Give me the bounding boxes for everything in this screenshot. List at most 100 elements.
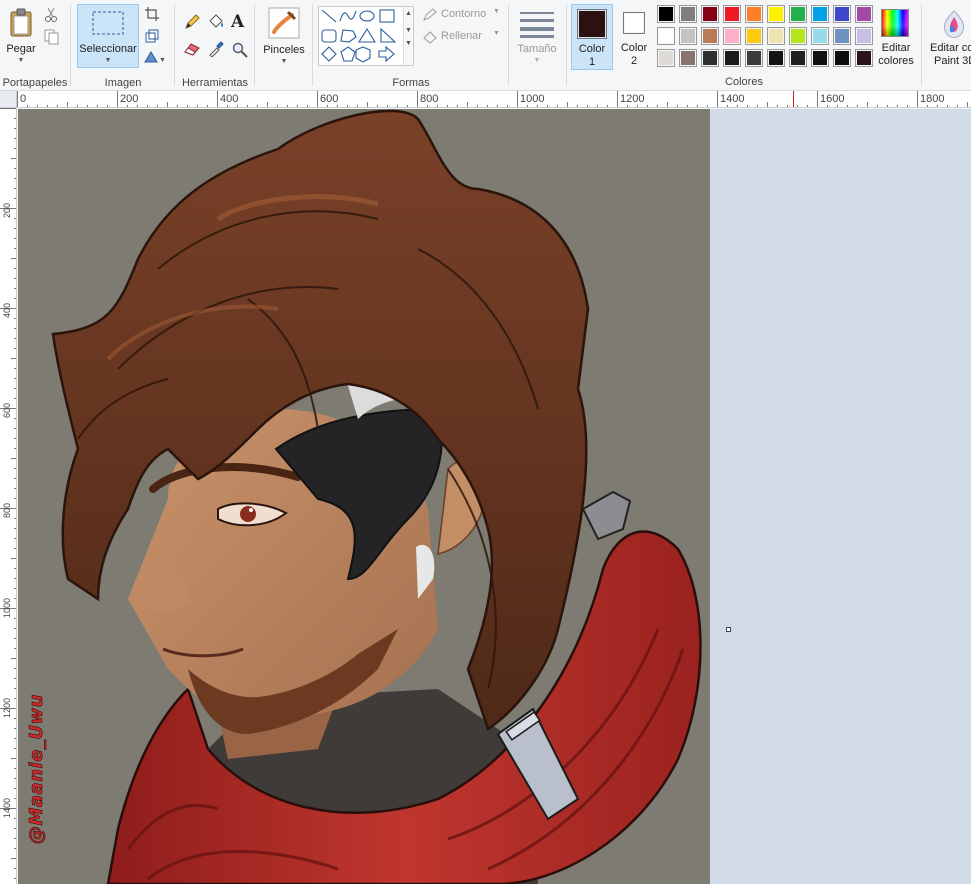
copy-icon[interactable]	[44, 29, 60, 45]
palette-swatch[interactable]	[789, 27, 807, 45]
colors-group-label: Colores	[725, 76, 763, 88]
fill-icon	[423, 31, 437, 44]
curve-shape-icon	[339, 10, 357, 22]
eraser-icon[interactable]	[184, 42, 200, 56]
vertical-ruler: 200 400 600 800 1000 1200 1400	[0, 108, 17, 884]
palette-swatch[interactable]	[811, 49, 829, 67]
palette-swatch[interactable]	[855, 27, 873, 45]
outline-caret: ▼	[493, 8, 500, 15]
palette-swatch-fill	[725, 51, 739, 65]
palette-swatch[interactable]	[767, 49, 785, 67]
palette-swatch-fill	[769, 51, 783, 65]
fill-button[interactable]: Rellenar ▼	[420, 29, 506, 45]
palette-swatch[interactable]	[789, 5, 807, 23]
magnifier-icon[interactable]	[232, 42, 248, 58]
palette-swatch[interactable]	[833, 5, 851, 23]
horizontal-ruler-label: 400	[220, 93, 239, 105]
edit-colors-button[interactable]: Editar colores	[874, 4, 918, 70]
text-tool-icon[interactable]: A	[231, 12, 244, 32]
palette-swatch[interactable]	[723, 49, 741, 67]
brushes-button[interactable]: Pinceles ▼	[258, 3, 310, 69]
palette-swatch[interactable]	[745, 49, 763, 67]
shapes-gallery-scrollbar[interactable]: ▲ ▼ ▼	[403, 7, 413, 65]
palette-swatch[interactable]	[767, 5, 785, 23]
palette-swatch-fill	[813, 29, 827, 43]
gallery-expand-arrow[interactable]: ▼	[404, 40, 413, 47]
color1-fill	[579, 11, 605, 37]
palette-swatch-fill	[769, 7, 783, 21]
brush-icon	[268, 7, 300, 39]
color2-swatch	[623, 12, 645, 34]
triangle-shape-icon	[358, 27, 376, 43]
color-palette	[657, 5, 877, 71]
palette-swatch[interactable]	[679, 49, 697, 67]
palette-swatch-fill	[857, 51, 871, 65]
cut-icon[interactable]	[44, 7, 58, 23]
palette-swatch[interactable]	[701, 49, 719, 67]
palette-swatch[interactable]	[833, 27, 851, 45]
line-shape-icon	[321, 9, 337, 23]
resize-icon[interactable]	[145, 29, 159, 43]
palette-swatch[interactable]	[723, 5, 741, 23]
shapes-gallery[interactable]: ▲ ▼ ▼	[318, 6, 414, 66]
paste-dropdown-caret[interactable]: ▼	[2, 57, 40, 64]
edit-with-paint3d-button[interactable]: Editar co Paint 3D	[926, 4, 971, 70]
palette-swatch[interactable]	[811, 5, 829, 23]
paste-button[interactable]: Pegar ▼	[2, 2, 40, 68]
palette-swatch[interactable]	[657, 27, 675, 45]
palette-swatch[interactable]	[745, 27, 763, 45]
palette-swatch-fill	[703, 7, 717, 21]
drawing-canvas[interactable]: @Maanie_Uwu	[18, 109, 710, 884]
clipboard-icon	[10, 8, 32, 37]
palette-swatch[interactable]	[657, 5, 675, 23]
outline-icon	[423, 8, 437, 21]
color2-button[interactable]: Color 2	[614, 4, 654, 70]
canvas-resize-handle[interactable]	[726, 627, 731, 632]
brushes-dropdown-caret[interactable]: ▼	[258, 58, 310, 65]
palette-swatch[interactable]	[811, 27, 829, 45]
palette-swatch-fill	[791, 7, 805, 21]
outline-label: Contorno	[441, 8, 487, 20]
palette-swatch[interactable]	[657, 49, 675, 67]
palette-swatch-fill	[835, 29, 849, 43]
separator	[566, 4, 567, 86]
palette-swatch[interactable]	[701, 5, 719, 23]
palette-swatch[interactable]	[679, 27, 697, 45]
scroll-down-arrow[interactable]: ▼	[404, 27, 413, 34]
line-width-icon	[520, 12, 554, 38]
separator	[508, 4, 509, 86]
vertical-ruler-label: 400	[2, 302, 12, 318]
fill-bucket-icon[interactable]	[207, 13, 225, 30]
scroll-up-arrow[interactable]: ▲	[404, 10, 413, 17]
outline-button[interactable]: Contorno ▼	[420, 7, 506, 23]
select-dropdown-caret[interactable]: ▼	[78, 57, 138, 64]
image-group: Seleccionar ▼ ▼ Imagen	[72, 0, 174, 90]
horizontal-ruler-label: 1200	[620, 93, 645, 105]
palette-swatch[interactable]	[855, 49, 873, 67]
hexagon-shape-icon	[355, 46, 371, 63]
palette-swatch[interactable]	[789, 49, 807, 67]
size-button[interactable]: Tamaño ▼	[512, 4, 562, 68]
rotate-icon[interactable]: ▼	[143, 50, 165, 64]
palette-swatch[interactable]	[701, 27, 719, 45]
oval-shape-icon	[359, 10, 375, 22]
color1-button[interactable]: Color 1	[571, 4, 613, 70]
palette-swatch[interactable]	[833, 49, 851, 67]
palette-swatch[interactable]	[855, 5, 873, 23]
crop-icon[interactable]	[145, 7, 159, 21]
color1-label: Color	[578, 43, 606, 55]
paint3d-label-1: Editar co	[930, 42, 971, 54]
color2-number: 2	[630, 55, 638, 67]
select-button[interactable]: Seleccionar ▼	[77, 4, 139, 68]
palette-swatch[interactable]	[767, 27, 785, 45]
palette-swatch[interactable]	[745, 5, 763, 23]
horizontal-ruler-label: 1800	[920, 93, 945, 105]
vertical-ruler-label: 1000	[2, 597, 12, 618]
shapes-group-label: Formas	[392, 77, 430, 89]
pencil-icon[interactable]	[184, 14, 200, 30]
palette-swatch[interactable]	[723, 27, 741, 45]
palette-swatch[interactable]	[679, 5, 697, 23]
color-picker-icon[interactable]	[208, 41, 224, 57]
ribbon: Pegar ▼ Portapapeles Seleccionar ▼ ▼	[0, 0, 971, 91]
vertical-ruler-label: 800	[2, 502, 12, 518]
